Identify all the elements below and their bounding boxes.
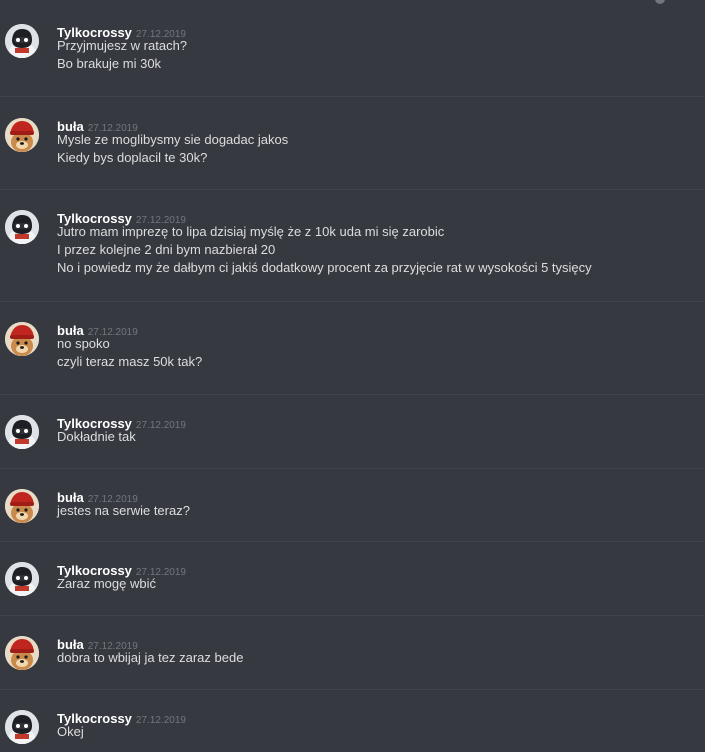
dog-red-hat-avatar-icon[interactable] (5, 322, 39, 356)
message-text: jestes na serwie teraz? (57, 503, 190, 518)
message-group: buła 27.12.2019 Mysle ze moglibysmy sie do… (0, 118, 705, 178)
message-text: No i powiedz my że dałbym ci jakiś dodat… (57, 260, 592, 275)
robot-avatar-icon[interactable] (5, 415, 39, 449)
message-text: Przyjmujesz w ratach? (57, 38, 188, 53)
message-text: Zaraz mogę wbić (57, 576, 156, 591)
robot-avatar-icon[interactable] (5, 710, 39, 744)
message-group: Tylkocrossy 27.12.2019 Zaraz mogę wbić (0, 562, 705, 604)
message-divider (0, 96, 705, 97)
message-text: Jutro mam imprezę to lipa dzisiaj myślę … (57, 224, 445, 239)
dog-red-hat-avatar-icon[interactable] (5, 489, 39, 523)
message-text: Dokładnie tak (57, 429, 136, 444)
robot-avatar-icon[interactable] (5, 24, 39, 58)
message-divider (0, 394, 705, 395)
chat-messages: Tylkocrossy 27.12.2019 Przyjmujesz w ratac… (0, 0, 705, 750)
message-divider (0, 301, 705, 302)
message-text: Okej (57, 724, 84, 739)
message-divider (0, 615, 705, 616)
robot-avatar-icon[interactable] (5, 210, 39, 244)
message-text: Bo brakuje mi 30k (57, 56, 162, 71)
message-text: I przez kolejne 2 dni bym nazbierał 20 (57, 242, 276, 257)
dog-red-hat-avatar-icon[interactable] (5, 118, 39, 152)
message-group: buła 27.12.2019 jestes na serwie teraz? (0, 489, 705, 531)
message-text: no spoko (57, 336, 110, 351)
message-timestamp: 27.12.2019 (135, 715, 186, 726)
robot-avatar-icon[interactable] (5, 562, 39, 596)
message-group: Tylkocrossy 27.12.2019 Okej (0, 710, 705, 752)
message-timestamp: 27.12.2019 (135, 420, 186, 431)
message-divider (0, 541, 705, 542)
message-divider (0, 468, 705, 469)
message-divider (0, 189, 705, 190)
message-divider (0, 689, 705, 690)
message-group: buła 27.12.2019 dobra to wbijaj ja tez zar… (0, 636, 705, 678)
message-text: Kiedy bys doplacil te 30k? (57, 150, 208, 165)
message-group: Tylkocrossy 27.12.2019 Przyjmujesz w ratac… (0, 24, 705, 84)
message-text: Mysle ze moglibysmy sie dogadac jakos (57, 132, 289, 147)
message-group: buła 27.12.2019 no spoko czyli teraz masz 5… (0, 322, 705, 382)
dog-red-hat-avatar-icon[interactable] (5, 636, 39, 670)
message-text: dobra to wbijaj ja tez zaraz bede (57, 650, 244, 665)
scroll-indicator-icon (655, 0, 665, 4)
message-group: Tylkocrossy 27.12.2019 Jutro mam imprezę t… (0, 210, 705, 288)
message-text: czyli teraz masz 50k tak? (57, 354, 203, 369)
message-group: Tylkocrossy 27.12.2019 Dokładnie tak (0, 415, 705, 457)
